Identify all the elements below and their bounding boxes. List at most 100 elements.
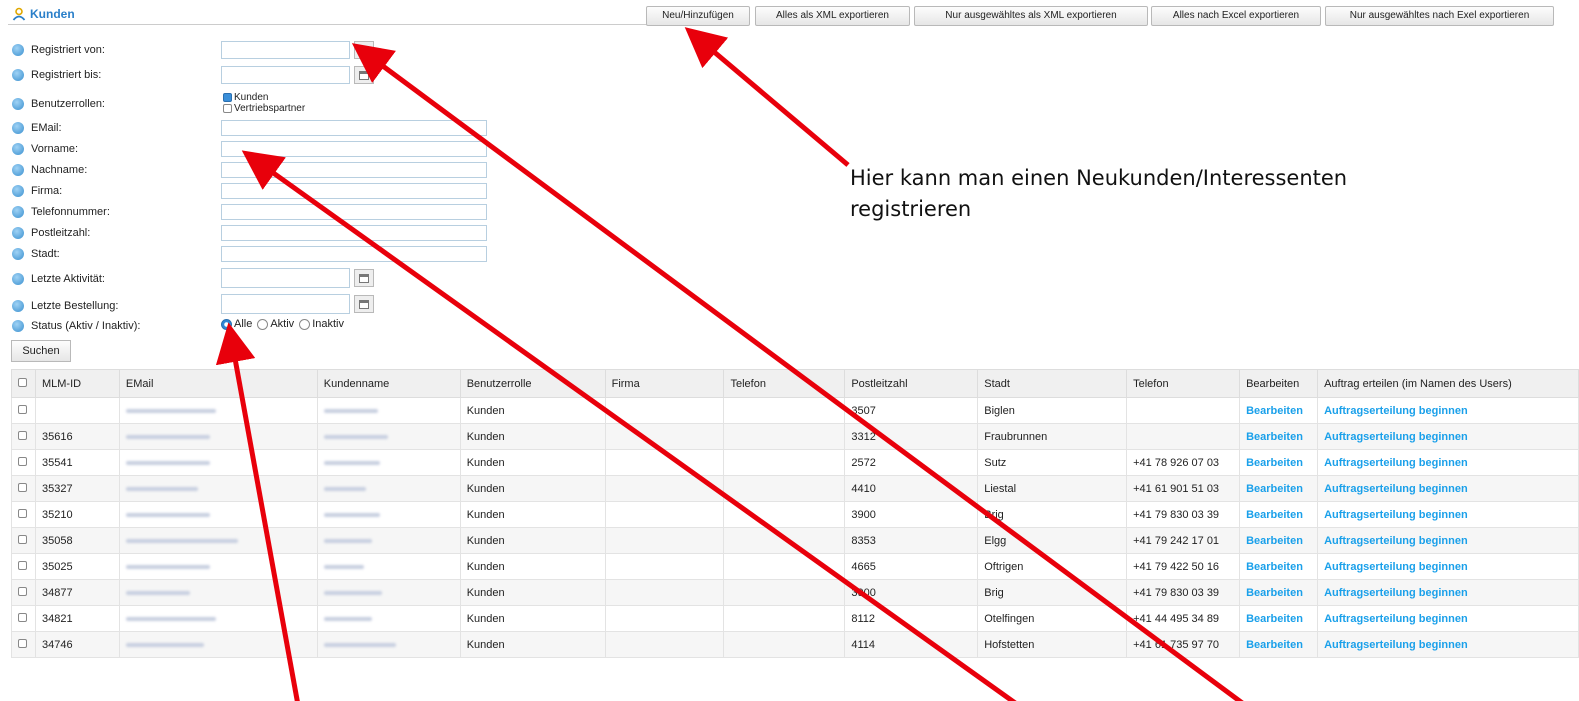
phone-cell xyxy=(723,501,846,528)
column-header[interactable]: Postleitzahl xyxy=(844,369,979,398)
help-icon[interactable] xyxy=(12,320,24,332)
row-checkbox[interactable] xyxy=(18,638,27,648)
firstname-input[interactable] xyxy=(221,141,487,157)
help-icon[interactable] xyxy=(12,185,24,197)
help-icon[interactable] xyxy=(12,44,24,56)
redacted-email xyxy=(125,538,238,543)
calendar-icon[interactable] xyxy=(354,295,374,313)
help-icon[interactable] xyxy=(12,300,24,312)
row-checkbox[interactable] xyxy=(18,560,27,570)
row-checkbox[interactable] xyxy=(18,586,27,596)
table-row[interactable]: 34746 Kunden 4114 Hofstetten +41 61 735 97 7… xyxy=(11,631,1579,658)
table-row[interactable]: 35541 Kunden 2572 Sutz +41 78 926 07 03 Bearb… xyxy=(11,449,1579,476)
name-cell xyxy=(316,579,461,606)
row-checkbox[interactable] xyxy=(18,482,27,492)
help-icon[interactable] xyxy=(12,69,24,81)
start-order-link[interactable]: Auftragserteilung beginnen xyxy=(1317,475,1579,502)
select-all-checkbox[interactable] xyxy=(18,377,27,387)
zip-input[interactable] xyxy=(221,225,487,241)
email-input[interactable] xyxy=(221,120,487,136)
company-input[interactable] xyxy=(221,183,487,199)
help-icon[interactable] xyxy=(12,122,24,134)
table-row[interactable]: Kunden 3507 Biglen Bearbeiten Auftragserteil… xyxy=(11,397,1579,424)
role-cell: Kunden xyxy=(459,605,606,632)
help-icon[interactable] xyxy=(12,206,24,218)
column-header[interactable]: EMail xyxy=(118,369,318,398)
registered-to-input[interactable] xyxy=(221,66,350,84)
export-selected-xml-button[interactable]: Nur ausgewähltes als XML exportieren xyxy=(914,6,1148,26)
start-order-link[interactable]: Auftragserteilung beginnen xyxy=(1317,423,1579,450)
phone-input[interactable] xyxy=(221,204,487,220)
start-order-link[interactable]: Auftragserteilung beginnen xyxy=(1317,449,1579,476)
city-input[interactable] xyxy=(221,246,487,262)
table-row[interactable]: 34821 Kunden 8112 Otelfingen +41 44 495 34 8… xyxy=(11,605,1579,632)
help-icon[interactable] xyxy=(12,98,24,110)
column-header[interactable]: Auftrag erteilen (im Namen des Users) xyxy=(1317,369,1579,398)
table-row[interactable]: 35210 Kunden 3900 Brig +41 79 830 03 39 Bearb… xyxy=(11,501,1579,528)
role-vertrieb-checkbox[interactable] xyxy=(223,104,232,113)
search-button[interactable]: Suchen xyxy=(11,340,71,362)
row-checkbox[interactable] xyxy=(18,430,27,440)
start-order-link[interactable]: Auftragserteilung beginnen xyxy=(1317,579,1579,606)
export-all-excel-button[interactable]: Alles nach Excel exportieren xyxy=(1151,6,1321,26)
edit-link[interactable]: Bearbeiten xyxy=(1239,553,1319,580)
export-selected-excel-button[interactable]: Nur ausgewähltes nach Exel exportieren xyxy=(1325,6,1554,26)
last-activity-input[interactable] xyxy=(221,268,350,288)
help-icon[interactable] xyxy=(12,248,24,260)
table-row[interactable]: 35025 Kunden 4665 Oftrigen +41 79 422 50 16 B… xyxy=(11,553,1579,580)
edit-link[interactable]: Bearbeiten xyxy=(1239,501,1319,528)
column-header[interactable]: MLM-ID xyxy=(34,369,120,398)
lastname-input[interactable] xyxy=(221,162,487,178)
edit-link[interactable]: Bearbeiten xyxy=(1239,631,1319,658)
row-checkbox[interactable] xyxy=(18,404,27,414)
edit-link[interactable]: Bearbeiten xyxy=(1239,397,1319,424)
calendar-icon[interactable] xyxy=(354,66,374,84)
help-icon[interactable] xyxy=(12,273,24,285)
edit-link[interactable]: Bearbeiten xyxy=(1239,579,1319,606)
role-kunden-checkbox[interactable] xyxy=(223,93,232,102)
edit-link[interactable]: Bearbeiten xyxy=(1239,527,1319,554)
column-header[interactable]: Stadt xyxy=(977,369,1128,398)
start-order-link[interactable]: Auftragserteilung beginnen xyxy=(1317,631,1579,658)
start-order-link[interactable]: Auftragserteilung beginnen xyxy=(1317,553,1579,580)
column-header[interactable]: Benutzerrolle xyxy=(459,369,606,398)
filter-registered-from: Registriert von: xyxy=(12,42,105,58)
help-icon[interactable] xyxy=(12,227,24,239)
start-order-link[interactable]: Auftragserteilung beginnen xyxy=(1317,605,1579,632)
edit-link[interactable]: Bearbeiten xyxy=(1239,475,1319,502)
status-radio-group: Alle Aktiv Inaktiv xyxy=(221,318,344,330)
start-order-link[interactable]: Auftragserteilung beginnen xyxy=(1317,527,1579,554)
last-order-input[interactable] xyxy=(221,294,350,314)
column-header[interactable]: Telefon xyxy=(723,369,846,398)
registered-from-input[interactable] xyxy=(221,41,350,59)
status-active-radio[interactable] xyxy=(257,318,269,330)
table-row[interactable]: 35616 Kunden 3312 Fraubrunnen Bearbeiten Auft… xyxy=(11,423,1579,450)
status-all-radio[interactable] xyxy=(221,318,232,330)
row-select-cell xyxy=(11,579,36,606)
status-inactive-radio[interactable] xyxy=(299,318,311,330)
row-checkbox[interactable] xyxy=(18,508,27,518)
column-header[interactable]: Telefon xyxy=(1126,369,1241,398)
table-row[interactable]: 35327 Kunden 4410 Liestal +41 61 901 51 03 Be… xyxy=(11,475,1579,502)
filter-city: Stadt: xyxy=(12,246,60,262)
start-order-link[interactable]: Auftragserteilung beginnen xyxy=(1317,397,1579,424)
export-all-xml-button[interactable]: Alles als XML exportieren xyxy=(755,6,910,26)
row-checkbox[interactable] xyxy=(18,456,27,466)
calendar-icon[interactable] xyxy=(354,269,374,287)
table-row[interactable]: 34877 Kunden 3900 Brig +41 79 830 03 39 Bearb… xyxy=(11,579,1579,606)
row-checkbox[interactable] xyxy=(18,612,27,622)
edit-link[interactable]: Bearbeiten xyxy=(1239,423,1319,450)
column-header[interactable]: Firma xyxy=(604,369,725,398)
edit-link[interactable]: Bearbeiten xyxy=(1239,449,1319,476)
edit-link[interactable]: Bearbeiten xyxy=(1239,605,1319,632)
zip-cell: 3900 xyxy=(844,579,979,606)
column-header[interactable]: Kundenname xyxy=(316,369,461,398)
row-checkbox[interactable] xyxy=(18,534,27,544)
help-icon[interactable] xyxy=(12,143,24,155)
calendar-icon[interactable] xyxy=(354,41,374,59)
start-order-link[interactable]: Auftragserteilung beginnen xyxy=(1317,501,1579,528)
add-new-button[interactable]: Neu/Hinzufügen xyxy=(646,6,750,26)
help-icon[interactable] xyxy=(12,164,24,176)
column-header[interactable]: Bearbeiten xyxy=(1239,369,1319,398)
table-row[interactable]: 35058 Kunden 8353 Elgg +41 79 242 17 01 Bearb… xyxy=(11,527,1579,554)
